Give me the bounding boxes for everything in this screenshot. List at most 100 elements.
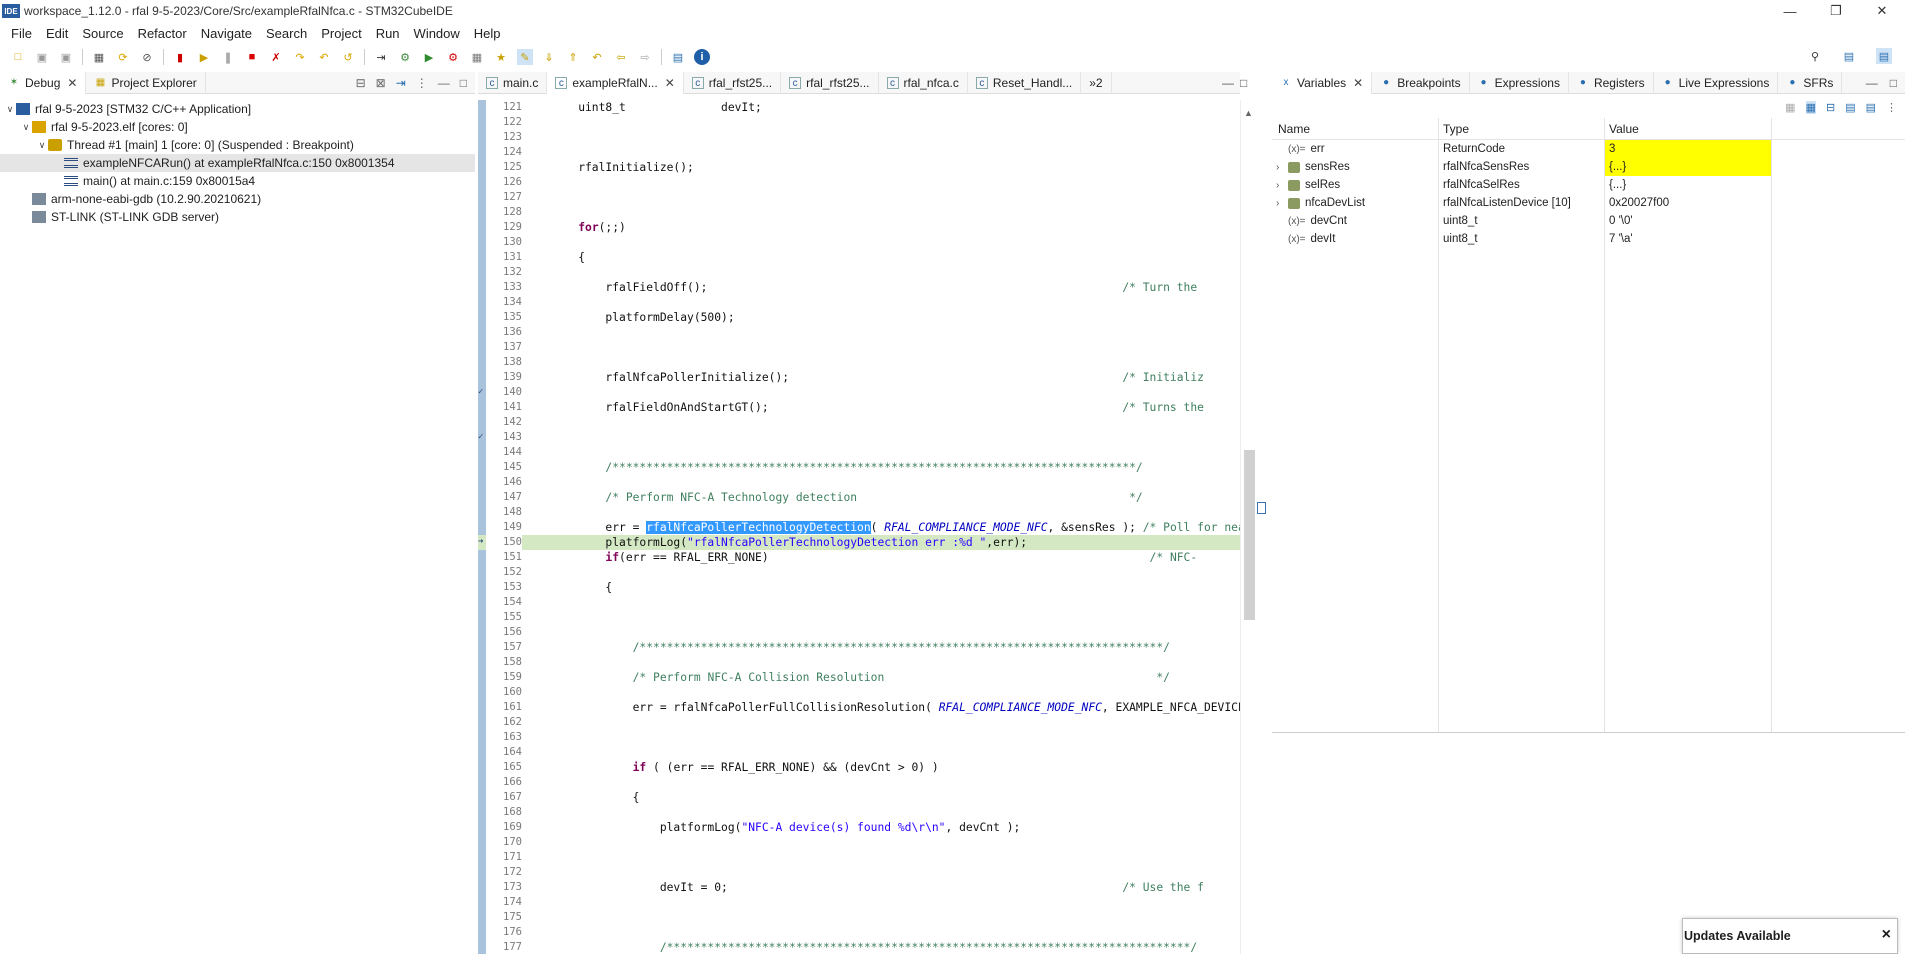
code-line[interactable]: 128	[478, 205, 1240, 220]
open-perspective-icon[interactable]: ▤	[670, 49, 686, 65]
tree-item[interactable]: arm-none-eabi-gdb (10.2.90.20210621)	[0, 190, 475, 208]
code-line[interactable]: 174	[478, 895, 1240, 910]
code-line[interactable]: 150 platformLog("rfalNfcaPollerTechnolog…	[478, 535, 1240, 550]
close-icon[interactable]: ✕	[67, 76, 77, 90]
code-line[interactable]: 143	[478, 430, 1240, 445]
restore-button[interactable]: ❐	[1813, 0, 1859, 22]
tab-project-explorer[interactable]: ▦ Project Explorer	[86, 71, 206, 94]
code-line[interactable]: 129 for(;;)	[478, 220, 1240, 235]
code-line[interactable]: 137	[478, 340, 1240, 355]
minimize-button[interactable]: —	[1767, 0, 1813, 22]
menu-navigate[interactable]: Navigate	[194, 26, 259, 41]
code-line[interactable]: 166	[478, 775, 1240, 790]
tab-editor-file[interactable]: c rfal_rfst25...	[781, 71, 879, 94]
column-value[interactable]: Value	[1605, 118, 1771, 139]
minimize-view-icon[interactable]: —	[438, 76, 450, 90]
tab-editor-file[interactable]: c rfal_nfca.c	[879, 71, 968, 94]
close-window-button[interactable]: ✕	[1859, 0, 1905, 22]
tab-variables[interactable]: x Variables ✕	[1272, 71, 1373, 94]
tab-editor-file[interactable]: »2	[1081, 71, 1112, 94]
code-line[interactable]: 159 /* Perform NFC-A Collision Resolutio…	[478, 670, 1240, 685]
code-line[interactable]: 157 /***********************************…	[478, 640, 1240, 655]
menu-source[interactable]: Source	[75, 26, 130, 41]
code-line[interactable]: 156	[478, 625, 1240, 640]
collapse-all-icon[interactable]: ⊟	[1826, 101, 1835, 114]
code-line[interactable]: 172	[478, 865, 1240, 880]
tree-item[interactable]: exampleNFCARun() at exampleRfalNfca.c:15…	[0, 154, 475, 172]
breakpoint-icon[interactable]: ✓	[478, 432, 488, 442]
updates-popup[interactable]: Updates Available ×	[1682, 918, 1898, 954]
editor-minimize-icon[interactable]: —	[1222, 76, 1234, 90]
code-line[interactable]: 130	[478, 235, 1240, 250]
editor-scrollbar[interactable]: ▲	[1240, 100, 1266, 954]
back-icon[interactable]: ⇦	[613, 49, 629, 65]
menu-window[interactable]: Window	[407, 26, 467, 41]
code-line[interactable]: 147 /* Perform NFC-A Technology detectio…	[478, 490, 1240, 505]
chevron-down-icon[interactable]: ∨	[4, 104, 16, 115]
tree-item[interactable]: main() at main.c:159 0x80015a4	[0, 172, 475, 190]
show-logical-structure-icon[interactable]: ▦	[1805, 100, 1816, 114]
refresh-icon[interactable]: ⟳	[115, 49, 131, 65]
terminate-icon[interactable]: ■	[244, 49, 260, 65]
code-line[interactable]: 134	[478, 295, 1240, 310]
popup-close-button[interactable]: ×	[1882, 926, 1891, 944]
skip-breakpoints-icon[interactable]: ⊘	[139, 49, 155, 65]
mark-occurrences-icon[interactable]: ✎	[517, 49, 533, 65]
menu-run[interactable]: Run	[369, 26, 407, 41]
code-line[interactable]: 151 if(err == RFAL_ERR_NONE) /* NFC-	[478, 550, 1240, 565]
menu-file[interactable]: File	[4, 26, 39, 41]
code-line[interactable]: 153 {	[478, 580, 1240, 595]
code-line[interactable]: 131 {	[478, 250, 1240, 265]
code-line[interactable]: 155	[478, 610, 1240, 625]
code-line[interactable]: 132	[478, 265, 1240, 280]
chevron-down-icon[interactable]: ∨	[36, 140, 48, 151]
resume-icon[interactable]: ▶	[196, 49, 212, 65]
column-type[interactable]: Type	[1439, 118, 1605, 139]
variable-row[interactable]: › nfcaDevList rfalNfcaListenDevice [10] 0x2…	[1272, 194, 1905, 212]
code-line[interactable]: 133 rfalFieldOff(); /* Turn the	[478, 280, 1240, 295]
tab-live-expressions[interactable]: ● Live Expressions	[1654, 71, 1779, 94]
variable-value[interactable]: 3	[1605, 140, 1771, 158]
tree-item[interactable]: ∨ Thread #1 [main] 1 [core: 0] (Suspended…	[0, 136, 475, 154]
terminate-relaunch-icon[interactable]: ▮	[172, 49, 188, 65]
step-over-icon[interactable]: ↶	[316, 49, 332, 65]
code-line[interactable]: 140	[478, 385, 1240, 400]
code-line[interactable]: 145 /***********************************…	[478, 460, 1240, 475]
tab-sfrs[interactable]: ● SFRs	[1778, 71, 1843, 94]
code-line[interactable]: 139 rfalNfcaPollerInitialize(); /* Initi…	[478, 370, 1240, 385]
tab-debug[interactable]: ✶ Debug ✕	[0, 71, 87, 94]
last-edit-icon[interactable]: ↶	[589, 49, 605, 65]
variable-value[interactable]: {...}	[1605, 176, 1771, 194]
code-line[interactable]: 165 if ( (err == RFAL_ERR_NONE) && (devC…	[478, 760, 1240, 775]
code-line[interactable]: 144	[478, 445, 1240, 460]
code-line[interactable]: 158	[478, 655, 1240, 670]
code-line[interactable]: 138	[478, 355, 1240, 370]
menu-project[interactable]: Project	[314, 26, 368, 41]
code-line[interactable]: 124	[478, 145, 1240, 160]
code-line[interactable]: 152	[478, 565, 1240, 580]
tab-breakpoints[interactable]: ● Breakpoints	[1372, 71, 1470, 94]
minimize-view-icon[interactable]: —	[1866, 76, 1878, 90]
external-tools-icon[interactable]: ⚙	[445, 49, 461, 65]
disconnect-icon[interactable]: ✗	[268, 49, 284, 65]
step-into-icon[interactable]: ↷	[292, 49, 308, 65]
variable-value[interactable]: 0x20027f00	[1605, 194, 1771, 212]
expand-arrow-icon[interactable]: ›	[1276, 162, 1288, 173]
menu-edit[interactable]: Edit	[39, 26, 75, 41]
instruction-step-icon[interactable]: ⇥	[373, 49, 389, 65]
variable-value[interactable]: 0 '\0'	[1605, 212, 1771, 230]
tab-expressions[interactable]: ● Expressions	[1470, 71, 1569, 94]
code-line[interactable]: 173 devIt = 0; /* Use the f	[478, 880, 1240, 895]
previous-annotation-icon[interactable]: ⇑	[565, 49, 581, 65]
maximize-view-icon[interactable]: □	[1890, 76, 1897, 90]
code-line[interactable]: 135 platformDelay(500);	[478, 310, 1240, 325]
build-icon[interactable]: ▦	[91, 49, 107, 65]
editor-maximize-icon[interactable]: □	[1240, 76, 1247, 90]
debug-icon[interactable]: ⚙	[397, 49, 413, 65]
code-line[interactable]: 177 /***********************************…	[478, 940, 1240, 954]
code-line[interactable]: 148	[478, 505, 1240, 520]
column-name[interactable]: Name	[1272, 118, 1439, 139]
run-icon[interactable]: ▶	[421, 49, 437, 65]
code-line[interactable]: 176	[478, 925, 1240, 940]
info-icon[interactable]: i	[694, 49, 710, 65]
